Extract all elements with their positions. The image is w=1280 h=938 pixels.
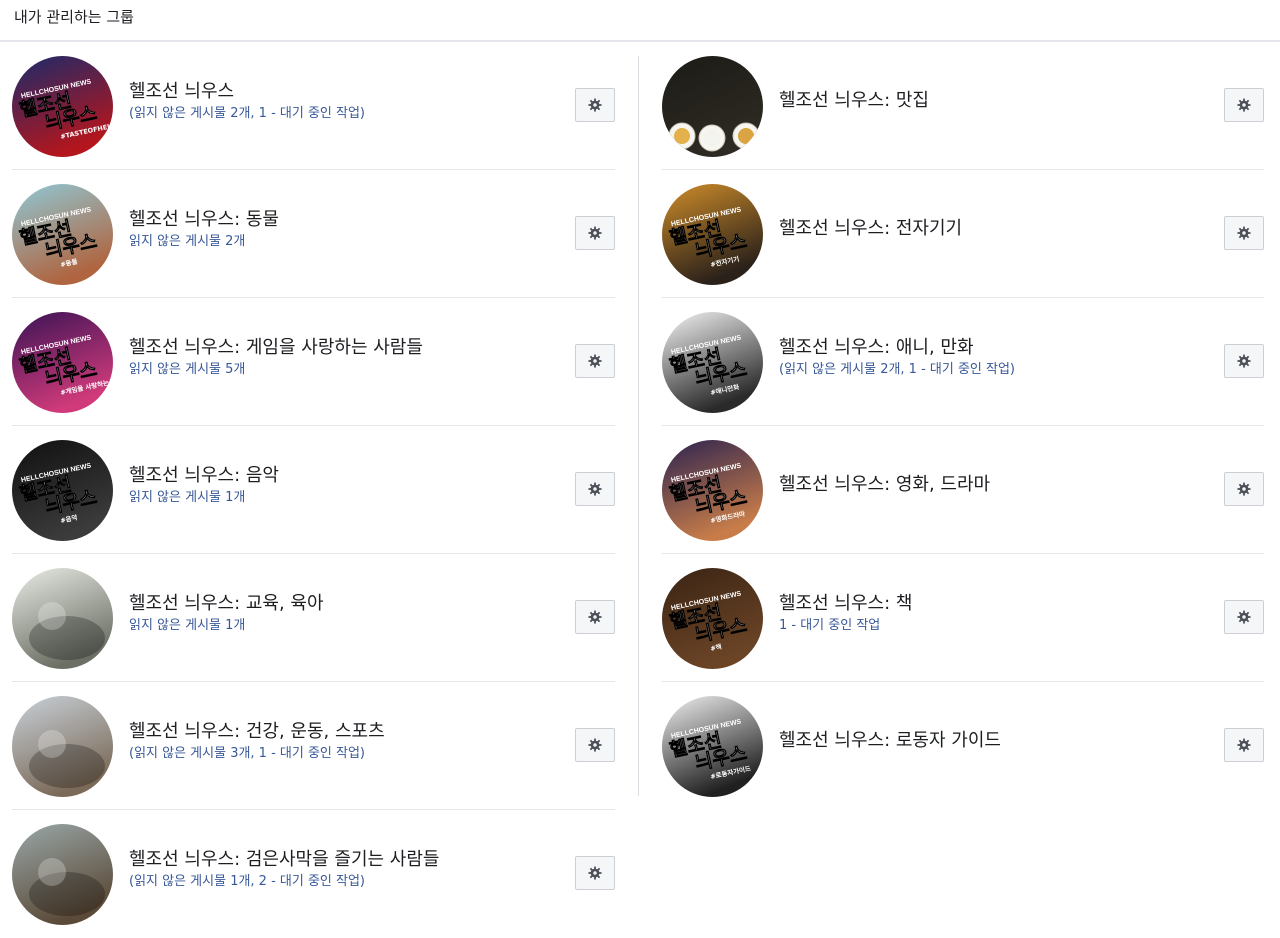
page-header: 내가 관리하는 그룹 — [0, 0, 1280, 42]
avatar-food[interactable] — [662, 56, 763, 157]
group-item: HELLCHOSUN NEWS 헬조선 늬우스 #로동자가이드 헬조선 늬우스: 로동자… — [662, 682, 1264, 810]
group-item: HELLCHOSUN NEWS 헬조선 늬우스 #TASTEOFHELL 헬조선 늬우스… — [12, 42, 615, 170]
groups-column-right: 헬조선 늬우스: 맛집 HELLCHOSUN NEWS 헬조선 늬우스 #전자기기 헬조선… — [662, 42, 1264, 810]
group-name[interactable]: 헬조선 늬우스 — [129, 80, 555, 104]
avatar-games[interactable]: HELLCHOSUN NEWS 헬조선 늬우스 #게임을 사랑하는 사람들 — [12, 312, 113, 413]
avatar-electronics[interactable]: HELLCHOSUN NEWS 헬조선 늬우스 #전자기기 — [662, 184, 763, 285]
group-name[interactable]: 헬조선 늬우스: 로동자 가이드 — [779, 729, 1204, 753]
gear-icon — [588, 98, 602, 112]
gear-icon — [588, 610, 602, 624]
avatar-music[interactable]: HELLCHOSUN NEWS 헬조선 늬우스 #음악 — [12, 440, 113, 541]
gear-icon — [1237, 610, 1251, 624]
group-status[interactable]: (읽지 않은 게시물 3개, 1 - 대기 중인 작업) — [129, 745, 555, 763]
group-name[interactable]: 헬조선 늬우스: 건강, 운동, 스포츠 — [129, 720, 555, 744]
group-info: 헬조선 늬우스: 영화, 드라마 — [779, 464, 1204, 497]
gear-icon — [588, 482, 602, 496]
group-name[interactable]: 헬조선 늬우스: 애니, 만화 — [779, 336, 1204, 360]
group-info: 헬조선 늬우스: 맛집 — [779, 80, 1204, 113]
group-info: 헬조선 늬우스: 건강, 운동, 스포츠 (읽지 않은 게시물 3개, 1 - 대… — [129, 720, 555, 763]
gear-icon — [1237, 482, 1251, 496]
group-info: 헬조선 늬우스: 음악 읽지 않은 게시물 1개 — [129, 464, 555, 507]
group-settings-button[interactable] — [575, 472, 615, 506]
group-status[interactable]: 읽지 않은 게시물 2개 — [129, 233, 555, 251]
avatar-education[interactable] — [12, 568, 113, 669]
group-item: HELLCHOSUN NEWS 헬조선 늬우스 #게임을 사랑하는 사람들 헬조선 늬우… — [12, 298, 615, 426]
avatar-workers[interactable]: HELLCHOSUN NEWS 헬조선 늬우스 #로동자가이드 — [662, 696, 763, 797]
group-settings-button[interactable] — [575, 600, 615, 634]
avatar-animals[interactable]: HELLCHOSUN NEWS 헬조선 늬우스 #동물 — [12, 184, 113, 285]
group-status[interactable]: 읽지 않은 게시물 5개 — [129, 361, 555, 379]
group-settings-button[interactable] — [575, 344, 615, 378]
group-item: HELLCHOSUN NEWS 헬조선 늬우스 #책 헬조선 늬우스: 책1 - 대기 … — [662, 554, 1264, 682]
group-settings-button[interactable] — [1224, 88, 1264, 122]
group-status[interactable]: (읽지 않은 게시물 2개, 1 - 대기 중인 작업) — [779, 361, 1204, 379]
avatar-movies[interactable]: HELLCHOSUN NEWS 헬조선 늬우스 #영화드라마 — [662, 440, 763, 541]
avatar-blackdesert[interactable] — [12, 824, 113, 925]
avatar-anime[interactable]: HELLCHOSUN NEWS 헬조선 늬우스 #애니만화 — [662, 312, 763, 413]
group-status[interactable]: (읽지 않은 게시물 2개, 1 - 대기 중인 작업) — [129, 105, 555, 123]
group-settings-button[interactable] — [1224, 728, 1264, 762]
group-name[interactable]: 헬조선 늬우스: 교육, 육아 — [129, 592, 555, 616]
group-name[interactable]: 헬조선 늬우스: 검은사막을 즐기는 사람들 — [129, 848, 555, 872]
group-settings-button[interactable] — [575, 216, 615, 250]
avatar-tasteofhell[interactable]: HELLCHOSUN NEWS 헬조선 늬우스 #TASTEOFHELL — [12, 56, 113, 157]
group-item: HELLCHOSUN NEWS 헬조선 늬우스 #전자기기 헬조선 늬우스: 전자기기 — [662, 170, 1264, 298]
gear-icon — [588, 866, 602, 880]
gear-icon — [1237, 738, 1251, 752]
group-name[interactable]: 헬조선 늬우스: 책 — [779, 592, 1204, 616]
group-settings-button[interactable] — [1224, 472, 1264, 506]
group-item: 헬조선 늬우스: 교육, 육아 읽지 않은 게시물 1개 — [12, 554, 615, 682]
group-item: HELLCHOSUN NEWS 헬조선 늬우스 #애니만화 헬조선 늬우스: 애니, 만… — [662, 298, 1264, 426]
gear-icon — [588, 738, 602, 752]
group-item: HELLCHOSUN NEWS 헬조선 늬우스 #영화드라마 헬조선 늬우스: 영화, … — [662, 426, 1264, 554]
group-name[interactable]: 헬조선 늬우스: 음악 — [129, 464, 555, 488]
group-name[interactable]: 헬조선 늬우스: 맛집 — [779, 89, 1204, 113]
group-item: 헬조선 늬우스: 건강, 운동, 스포츠 (읽지 않은 게시물 3개, 1 - 대… — [12, 682, 615, 810]
group-status[interactable]: (읽지 않은 게시물 1개, 2 - 대기 중인 작업) — [129, 873, 555, 891]
avatar-health[interactable] — [12, 696, 113, 797]
group-info: 헬조선 늬우스 (읽지 않은 게시물 2개, 1 - 대기 중인 작업) — [129, 80, 555, 123]
group-info: 헬조선 늬우스: 교육, 육아 읽지 않은 게시물 1개 — [129, 592, 555, 635]
group-name[interactable]: 헬조선 늬우스: 동물 — [129, 208, 555, 232]
group-info: 헬조선 늬우스: 게임을 사랑하는 사람들 읽지 않은 게시물 5개 — [129, 336, 555, 379]
group-name[interactable]: 헬조선 늬우스: 게임을 사랑하는 사람들 — [129, 336, 555, 360]
groups-grid: HELLCHOSUN NEWS 헬조선 늬우스 #TASTEOFHELL 헬조선 늬우스… — [0, 42, 1280, 936]
column-divider — [638, 56, 639, 796]
group-settings-button[interactable] — [575, 856, 615, 890]
group-name[interactable]: 헬조선 늬우스: 영화, 드라마 — [779, 473, 1204, 497]
group-name[interactable]: 헬조선 늬우스: 전자기기 — [779, 217, 1204, 241]
group-info: 헬조선 늬우스: 책1 - 대기 중인 작업 — [779, 592, 1204, 635]
group-item: 헬조선 늬우스: 맛집 — [662, 42, 1264, 170]
group-info: 헬조선 늬우스: 검은사막을 즐기는 사람들 (읽지 않은 게시물 1개, 2 -… — [129, 848, 555, 891]
group-info: 헬조선 늬우스: 동물 읽지 않은 게시물 2개 — [129, 208, 555, 251]
group-status[interactable]: 읽지 않은 게시물 1개 — [129, 617, 555, 635]
group-info: 헬조선 늬우스: 로동자 가이드 — [779, 720, 1204, 753]
gear-icon — [1237, 354, 1251, 368]
group-settings-button[interactable] — [1224, 600, 1264, 634]
group-item: HELLCHOSUN NEWS 헬조선 늬우스 #음악 헬조선 늬우스: 음악 읽지 않은… — [12, 426, 615, 554]
group-settings-button[interactable] — [1224, 344, 1264, 378]
avatar-books[interactable]: HELLCHOSUN NEWS 헬조선 늬우스 #책 — [662, 568, 763, 669]
group-settings-button[interactable] — [575, 728, 615, 762]
group-status[interactable]: 읽지 않은 게시물 1개 — [129, 489, 555, 507]
gear-icon — [588, 226, 602, 240]
group-settings-button[interactable] — [1224, 216, 1264, 250]
gear-icon — [1237, 226, 1251, 240]
page-title: 내가 관리하는 그룹 — [14, 8, 134, 26]
groups-column-left: HELLCHOSUN NEWS 헬조선 늬우스 #TASTEOFHELL 헬조선 늬우스… — [12, 42, 615, 938]
gear-icon — [588, 354, 602, 368]
group-info: 헬조선 늬우스: 애니, 만화 (읽지 않은 게시물 2개, 1 - 대기 중인 … — [779, 336, 1204, 379]
group-info: 헬조선 늬우스: 전자기기 — [779, 208, 1204, 241]
group-status[interactable]: 1 - 대기 중인 작업 — [779, 617, 1204, 635]
group-item: 헬조선 늬우스: 검은사막을 즐기는 사람들 (읽지 않은 게시물 1개, 2 -… — [12, 810, 615, 938]
group-settings-button[interactable] — [575, 88, 615, 122]
gear-icon — [1237, 98, 1251, 112]
group-item: HELLCHOSUN NEWS 헬조선 늬우스 #동물 헬조선 늬우스: 동물 읽지 않은… — [12, 170, 615, 298]
